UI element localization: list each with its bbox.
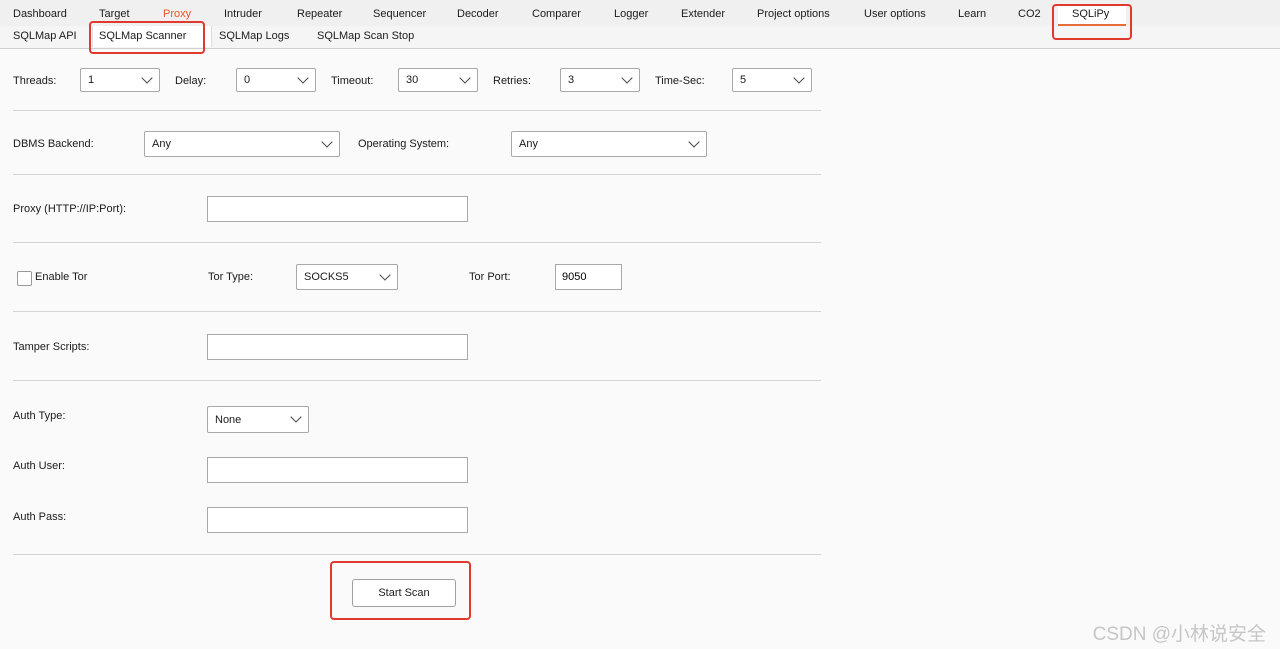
chevron-down-icon — [379, 269, 391, 281]
chevron-down-icon — [290, 411, 302, 423]
tab-dashboard[interactable]: Dashboard — [13, 8, 67, 20]
timesec-value: 5 — [740, 74, 747, 86]
tab-comparer[interactable]: Comparer — [532, 8, 581, 20]
os-label: Operating System: — [358, 138, 450, 150]
tor-port-input[interactable] — [555, 264, 622, 290]
retries-value: 3 — [568, 74, 575, 86]
tab-logger[interactable]: Logger — [614, 8, 648, 20]
tamper-input[interactable] — [207, 334, 468, 360]
delay-value: 0 — [244, 74, 251, 86]
retries-select[interactable]: 3 — [560, 68, 640, 92]
threads-value: 1 — [88, 74, 95, 86]
retries-label: Retries: — [493, 75, 531, 87]
auth-pass-input[interactable] — [207, 507, 468, 533]
highlight-sqlmap-scanner — [89, 21, 205, 54]
dbms-label: DBMS Backend: — [13, 138, 94, 150]
delay-label: Delay: — [175, 75, 207, 87]
chevron-down-icon — [459, 72, 471, 84]
tor-type-select[interactable]: SOCKS5 — [296, 264, 398, 290]
chevron-down-icon — [141, 72, 153, 84]
threads-select[interactable]: 1 — [80, 68, 160, 92]
tab-extender[interactable]: Extender — [681, 8, 725, 20]
timesec-label: Time-Sec: — [655, 75, 705, 87]
tor-port-label: Tor Port: — [469, 271, 511, 283]
proxy-label: Proxy (HTTP://IP:Port): — [13, 203, 127, 215]
chevron-down-icon — [793, 72, 805, 84]
timesec-select[interactable]: 5 — [732, 68, 812, 92]
os-select[interactable]: Any — [511, 131, 707, 157]
tab-proxy[interactable]: Proxy — [163, 8, 191, 20]
chevron-down-icon — [621, 72, 633, 84]
auth-user-input[interactable] — [207, 457, 468, 483]
divider — [13, 311, 821, 312]
chevron-down-icon — [688, 136, 700, 148]
timeout-select[interactable]: 30 — [398, 68, 478, 92]
tor-type-label: Tor Type: — [208, 271, 254, 283]
subtab-sqlmap-logs[interactable]: SQLMap Logs — [213, 26, 295, 47]
timeout-value: 30 — [406, 74, 419, 86]
dbms-value: Any — [152, 138, 171, 150]
os-value: Any — [519, 138, 538, 150]
tor-type-value: SOCKS5 — [304, 271, 349, 283]
tab-decoder[interactable]: Decoder — [457, 8, 499, 20]
tab-project-options[interactable]: Project options — [757, 8, 830, 20]
divider — [13, 554, 821, 555]
tab-learn[interactable]: Learn — [958, 8, 986, 20]
tab-repeater[interactable]: Repeater — [297, 8, 342, 20]
tab-intruder[interactable]: Intruder — [224, 8, 262, 20]
enable-tor-checkbox[interactable] — [17, 271, 32, 286]
tamper-label: Tamper Scripts: — [13, 341, 90, 353]
divider — [13, 174, 821, 175]
proxy-input[interactable] — [207, 196, 468, 222]
threads-label: Threads: — [13, 75, 57, 87]
divider — [13, 242, 821, 243]
auth-type-select[interactable]: None — [207, 406, 309, 433]
subtab-sqlmap-api[interactable]: SQLMap API — [7, 26, 83, 47]
chevron-down-icon — [297, 72, 309, 84]
divider — [13, 110, 821, 111]
watermark-text: CSDN @小林说安全 — [1092, 624, 1266, 645]
tab-co2[interactable]: CO2 — [1018, 8, 1041, 20]
tab-user-options[interactable]: User options — [864, 8, 926, 20]
chevron-down-icon — [321, 136, 333, 148]
tab-sequencer[interactable]: Sequencer — [373, 8, 426, 20]
enable-tor-label: Enable Tor — [35, 271, 88, 283]
dbms-select[interactable]: Any — [144, 131, 340, 157]
auth-type-value: None — [215, 414, 242, 426]
delay-select[interactable]: 0 — [236, 68, 316, 92]
highlight-start-scan — [330, 561, 471, 620]
auth-user-label: Auth User: — [13, 460, 65, 472]
auth-pass-label: Auth Pass: — [13, 511, 67, 523]
timeout-label: Timeout: — [331, 75, 374, 87]
auth-type-label: Auth Type: — [13, 410, 66, 422]
highlight-sqlipy-tab — [1052, 4, 1132, 40]
subtab-sqlmap-scan-stop[interactable]: SQLMap Scan Stop — [311, 26, 420, 47]
tab-target[interactable]: Target — [99, 8, 130, 20]
divider — [13, 380, 821, 381]
